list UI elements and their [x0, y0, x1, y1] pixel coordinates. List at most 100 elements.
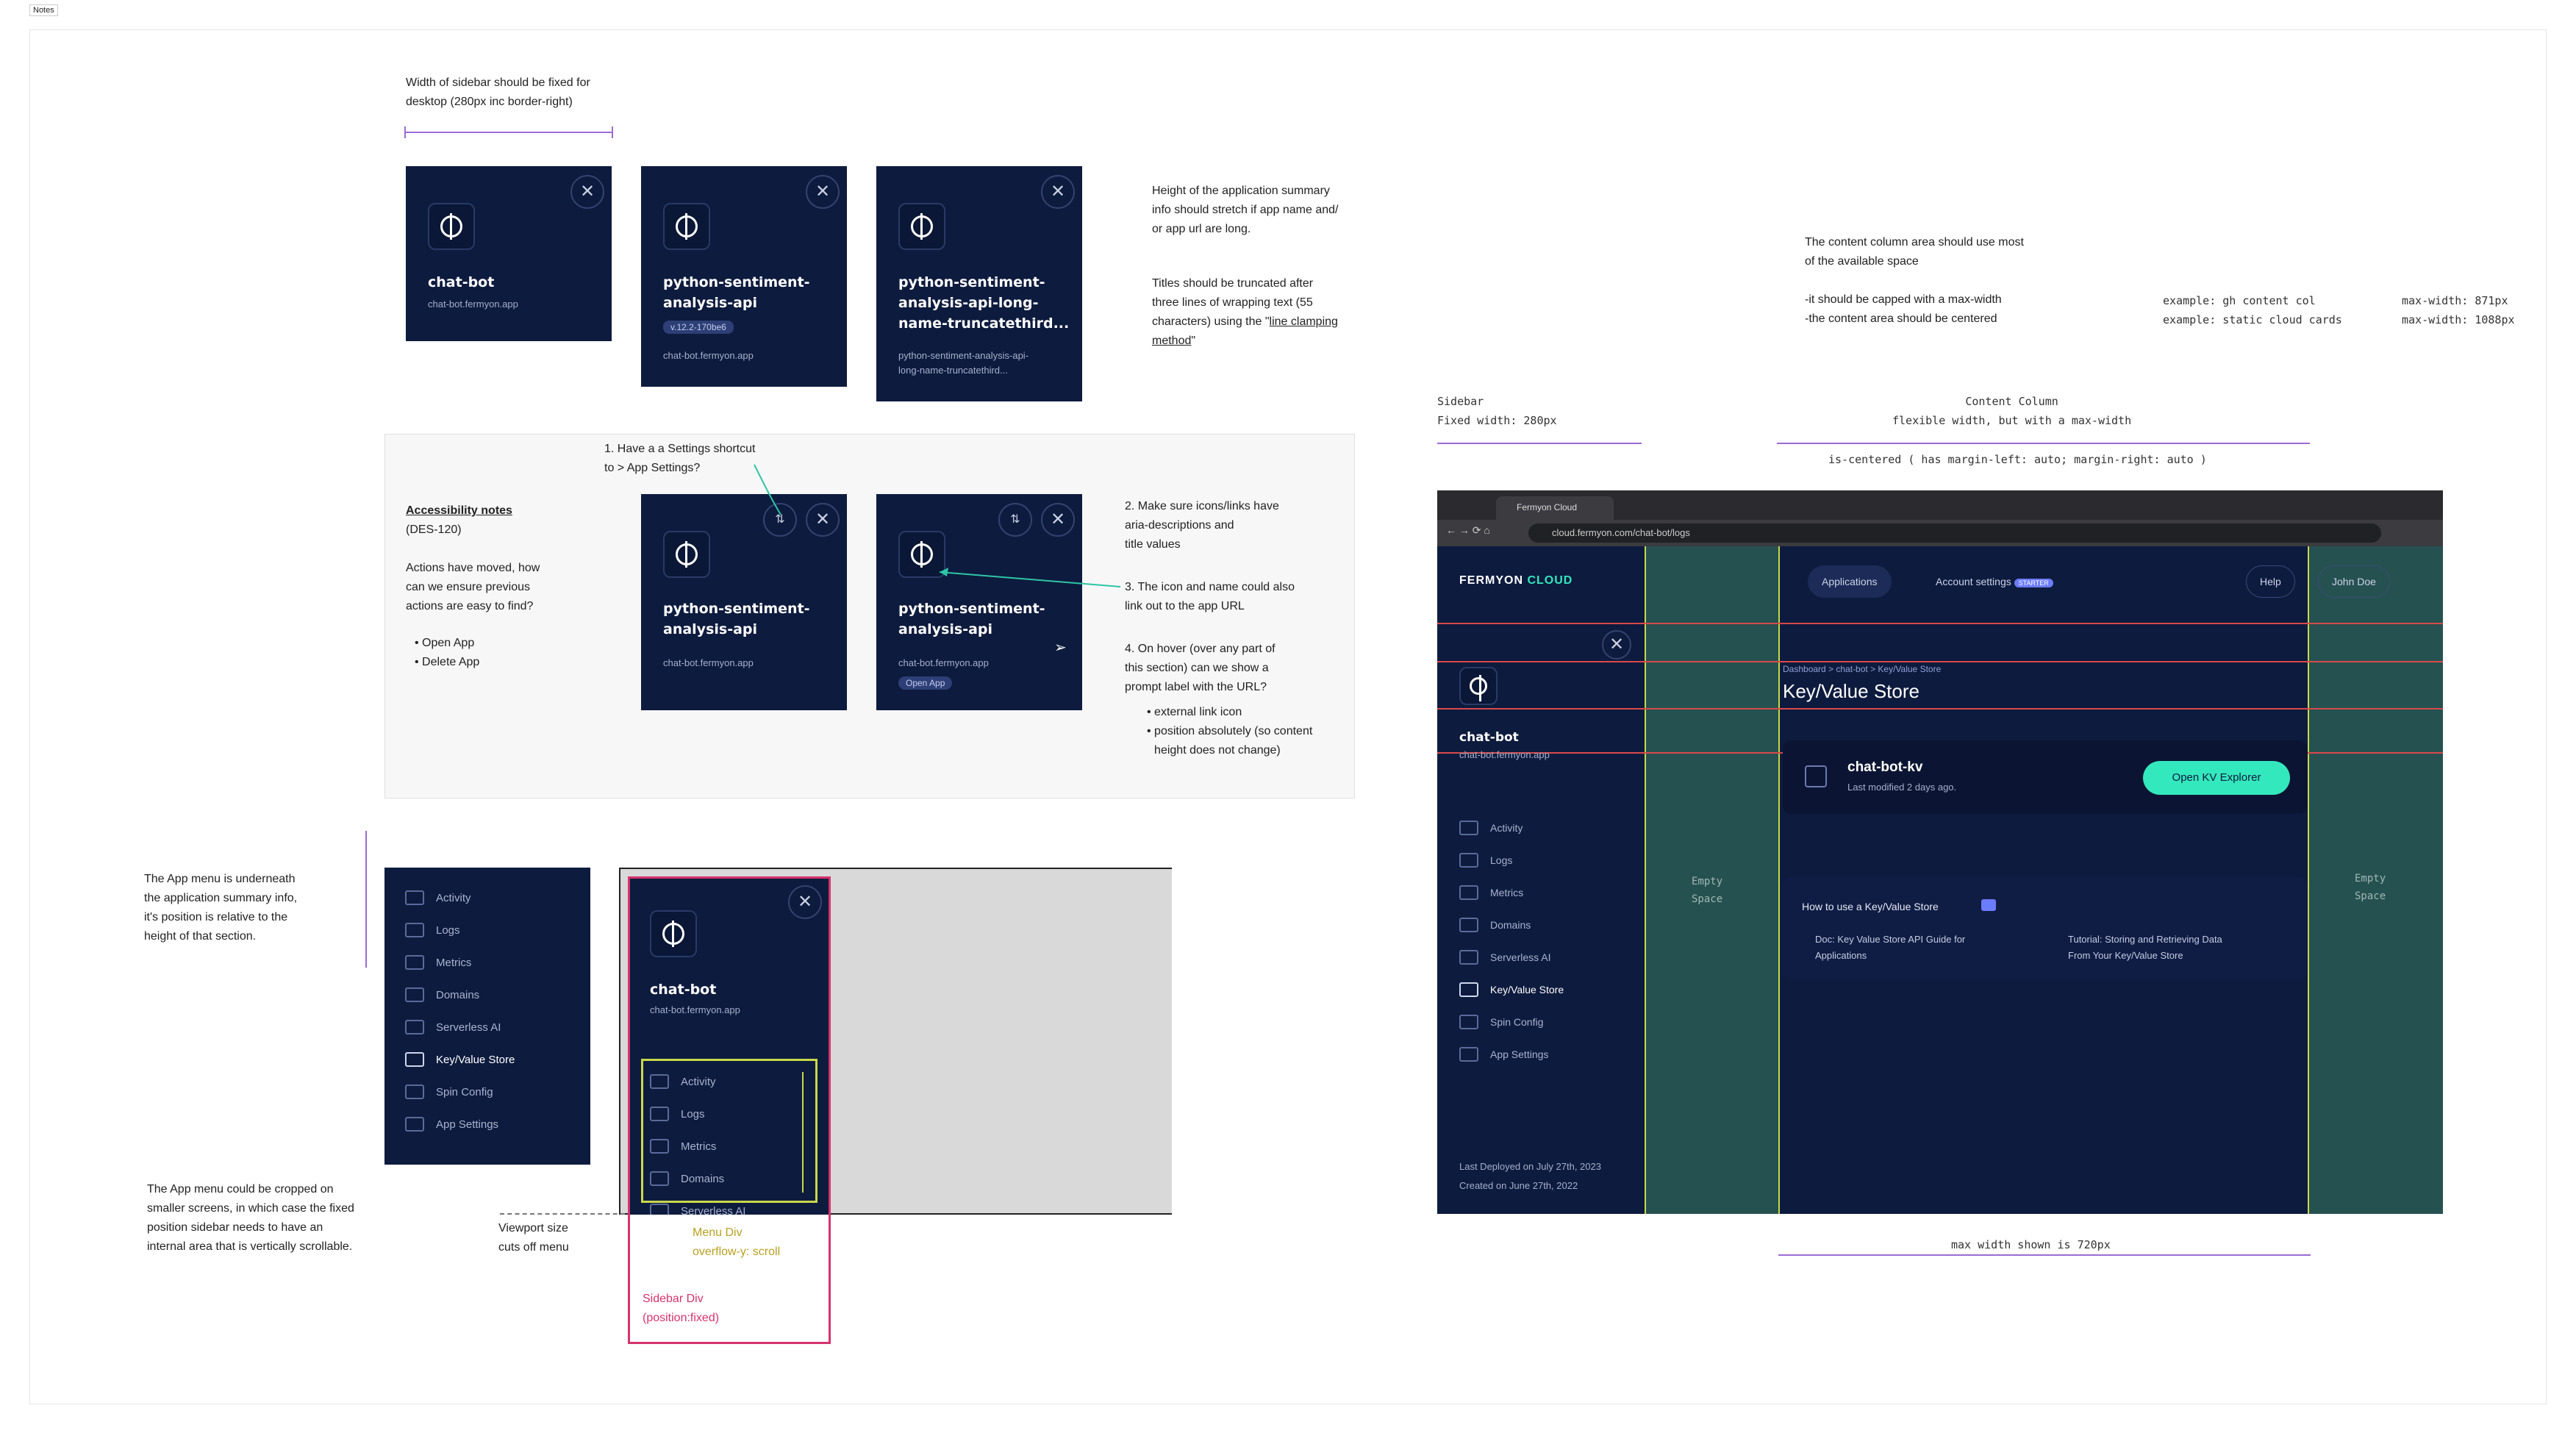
serverless-ai-icon [1459, 950, 1478, 965]
empty-space-label-right: Empty Space [2355, 873, 2386, 902]
nav-applications[interactable]: Applications [1808, 565, 1892, 598]
bullet-text: Open App [422, 637, 475, 649]
browser-tab[interactable]: Fermyon Cloud [1496, 496, 1614, 520]
nav-logs[interactable]: Logs [1459, 849, 1512, 871]
note-content-column: The content column area should use most … [1805, 236, 2024, 268]
viewport-dash [500, 1213, 625, 1215]
guide-line-red [1437, 661, 2443, 662]
nav-label: Activity [1490, 822, 1523, 834]
guide-line [1778, 546, 1780, 1214]
user-menu[interactable]: John Doe [2318, 565, 2390, 598]
sidebar-app-url[interactable]: chat-bot.fermyon.app [1459, 748, 1550, 762]
spin-config-icon [1459, 1015, 1478, 1029]
note-sidebar-width: Width of sidebar should be fixed for des… [406, 76, 590, 108]
nav-label: Serverless AI [1490, 951, 1551, 963]
bullet-text: position absolutely (so content height d… [1154, 725, 1313, 757]
card-url[interactable]: chat-bot.fermyon.app [898, 656, 989, 671]
chat-icon [1981, 899, 1996, 911]
browser-window: Fermyon Cloud ← → ⟳ ⌂ cloud.fermyon.com/… [1437, 490, 2443, 1214]
howto-link-2[interactable]: Tutorial: Storing and Retrieving Data Fr… [2055, 932, 2222, 964]
close-icon[interactable]: ✕ [1602, 630, 1631, 660]
card-title[interactable]: python-sentiment- analysis-api [663, 598, 810, 640]
nav-label: Key/Value Store [436, 1053, 515, 1066]
kv-name[interactable]: chat-bot-kv [1847, 760, 1922, 776]
card-url[interactable]: chat-bot.fermyon.app [663, 349, 754, 363]
close-icon[interactable]: ✕ [570, 175, 604, 209]
nav-activity[interactable]: Activity [1459, 817, 1523, 839]
annotation-arrows [754, 464, 1121, 587]
guide-line-red [1437, 623, 2443, 624]
open-kv-explorer-button[interactable]: Open KV Explorer [2143, 761, 2290, 795]
nav-label: Metrics [1490, 887, 1524, 898]
note-examples: example: gh content col example: static … [2163, 294, 2342, 326]
nav-logs[interactable]: Logs [405, 919, 460, 941]
help-button[interactable]: Help [2246, 565, 2295, 598]
arrow-tick-left [404, 126, 406, 138]
bullet-text: Delete App [422, 656, 480, 668]
nav-label: Key/Value Store [1490, 984, 1564, 996]
nav-activity[interactable]: Activity [405, 887, 471, 909]
nav-metrics[interactable]: Metrics [1459, 882, 1523, 904]
card-title[interactable]: python-sentiment- analysis-api-long- nam… [898, 272, 1069, 334]
card-title[interactable]: chat-bot [428, 272, 494, 293]
bullet-text: external link icon [1154, 706, 1242, 718]
note-text: " [1191, 335, 1196, 347]
app-menu-panel: Activity Logs Metrics Domains Serverless… [384, 868, 590, 1165]
nav-arrows-icon[interactable]: ← → ⟳ ⌂ [1446, 524, 1490, 537]
sidebar-app-title[interactable]: chat-bot [1459, 727, 1519, 748]
is-centered-label: is-centered ( has margin-left: auto; mar… [1828, 453, 2207, 466]
max-width-arrow [1778, 1254, 2311, 1256]
note-app-menu-underneath: The App menu is underneath the applicati… [144, 873, 298, 943]
sidebar-label: Sidebar Fixed width: 280px [1437, 395, 1557, 427]
app-settings-icon [1459, 1047, 1478, 1062]
domains-icon [1459, 918, 1478, 932]
app-logo-icon [428, 203, 475, 250]
card-title[interactable]: python-sentiment- analysis-api [898, 598, 1045, 640]
nav-serverless-ai[interactable]: Serverless AI [405, 1016, 501, 1038]
hover-bullet-1: • external link icon [1147, 706, 1242, 718]
spin-config-icon [405, 1084, 424, 1099]
card-url[interactable]: chat-bot.fermyon.app [663, 656, 754, 671]
sidebar-width-arrow [406, 132, 613, 133]
nav-label: Spin Config [436, 1085, 493, 1098]
last-deployed: Last Deployed on July 27th, 2023 [1459, 1161, 1601, 1172]
card-url[interactable]: chat-bot.fermyon.app [428, 297, 518, 312]
kv-store-icon [405, 1052, 424, 1067]
brand-logo[interactable]: FERMYON CLOUD [1459, 574, 1573, 587]
nav-metrics[interactable]: Metrics [405, 951, 471, 973]
version-badge: v.12.2-170be6 [663, 321, 734, 334]
sidebar-div-label: Sidebar Div (position:fixed) [643, 1293, 720, 1324]
accessibility-title: Accessibility notes [406, 504, 512, 517]
address-bar[interactable]: cloud.fermyon.com/chat-bot/logs [1528, 523, 2381, 543]
scroll-arrow [802, 1072, 804, 1193]
menu-height-arrow [365, 831, 367, 968]
nav-app-settings[interactable]: App Settings [1459, 1043, 1548, 1065]
breadcrumb[interactable]: Dashboard > chat-bot > Key/Value Store [1783, 664, 1941, 674]
howto-link-1[interactable]: Doc: Key Value Store API Guide for Appli… [1802, 932, 1965, 964]
howto-title: How to use a Key/Value Store [1802, 901, 1939, 912]
nav-spin-config[interactable]: Spin Config [405, 1081, 493, 1103]
close-icon[interactable]: ✕ [806, 175, 840, 209]
note-settings-shortcut: 1. Have a a Settings shortcut to > App S… [604, 443, 756, 474]
card-title[interactable]: python-sentiment- analysis-api [663, 272, 810, 313]
nav-kv-store[interactable]: Key/Value Store [1459, 979, 1564, 1001]
created-date: Created on June 27th, 2022 [1459, 1180, 1578, 1191]
nav-domains[interactable]: Domains [405, 984, 479, 1006]
note-example-values: max-width: 871px max-width: 1088px [2402, 294, 2515, 326]
nav-label: Serverless AI [436, 1021, 501, 1034]
nav-domains[interactable]: Domains [1459, 914, 1531, 936]
menu-div-label: Menu Div overflow-y: scroll [693, 1226, 781, 1258]
open-app-label[interactable]: Open App [898, 676, 953, 690]
nav-label: App Settings [436, 1118, 499, 1131]
starter-badge: STARTER [2014, 579, 2053, 587]
nav-serverless-ai[interactable]: Serverless AI [1459, 946, 1550, 968]
card-url[interactable]: python-sentiment-analysis-api- long-name… [898, 349, 1028, 378]
close-icon[interactable]: ✕ [1041, 175, 1075, 209]
guide-line-red [1437, 708, 2443, 710]
nav-kv-store[interactable]: Key/Value Store [405, 1048, 515, 1071]
nav-account-settings[interactable]: Account settings STARTER [1936, 576, 2053, 587]
metrics-icon [405, 955, 424, 970]
nav-spin-config[interactable]: Spin Config [1459, 1011, 1543, 1033]
nav-label: Activity [436, 891, 471, 904]
nav-app-settings[interactable]: App Settings [405, 1113, 498, 1135]
